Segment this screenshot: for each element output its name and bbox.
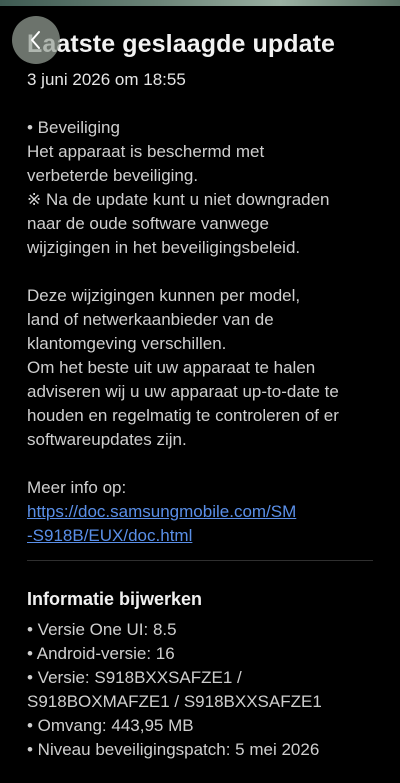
- info-list: • Versie One UI: 8.5 • Android-versie: 1…: [27, 618, 377, 762]
- info-item-android-version: • Android-versie: 16: [27, 644, 175, 663]
- chevron-left-icon: [26, 29, 46, 51]
- more-info-link[interactable]: https://doc.samsungmobile.com/SM -S918B/…: [27, 500, 377, 548]
- info-item-size: • Omvang: 443,95 MB: [27, 716, 194, 735]
- downgrade-note: ※ Na de update kunt u niet downgraden na…: [27, 190, 330, 257]
- info-section-title: Informatie bijwerken: [27, 589, 203, 609]
- security-heading: • Beveiliging: [27, 118, 120, 137]
- info-item-security-patch: • Niveau beveiligingspatch: 5 mei 2026: [27, 740, 320, 759]
- update-date: 3 juni 2026 om 18:55: [27, 70, 186, 89]
- update-description: • Beveiliging Het apparaat is beschermd …: [27, 116, 377, 548]
- more-info-label: Meer info op:: [27, 478, 127, 497]
- changes-text: Deze wijzigingen kunnen per model, land …: [27, 286, 301, 353]
- advice-text: Om het beste uit uw apparaat te halen ad…: [27, 358, 339, 449]
- security-text: Het apparaat is beschermd met verbeterde…: [27, 142, 265, 185]
- update-details-screen: Laatste geslaagde update 3 juni 2026 om …: [0, 0, 400, 783]
- info-item-oneui-version: • Versie One UI: 8.5: [27, 620, 177, 639]
- section-divider: [27, 560, 373, 561]
- back-button[interactable]: [12, 16, 60, 64]
- header: Laatste geslaagde update 3 juni 2026 om …: [0, 6, 400, 92]
- info-item-build-version: • Versie: S918BXXSAFZE1 / S918BOXMAFZE1 …: [27, 668, 322, 711]
- page-title: Laatste geslaagde update: [27, 30, 336, 58]
